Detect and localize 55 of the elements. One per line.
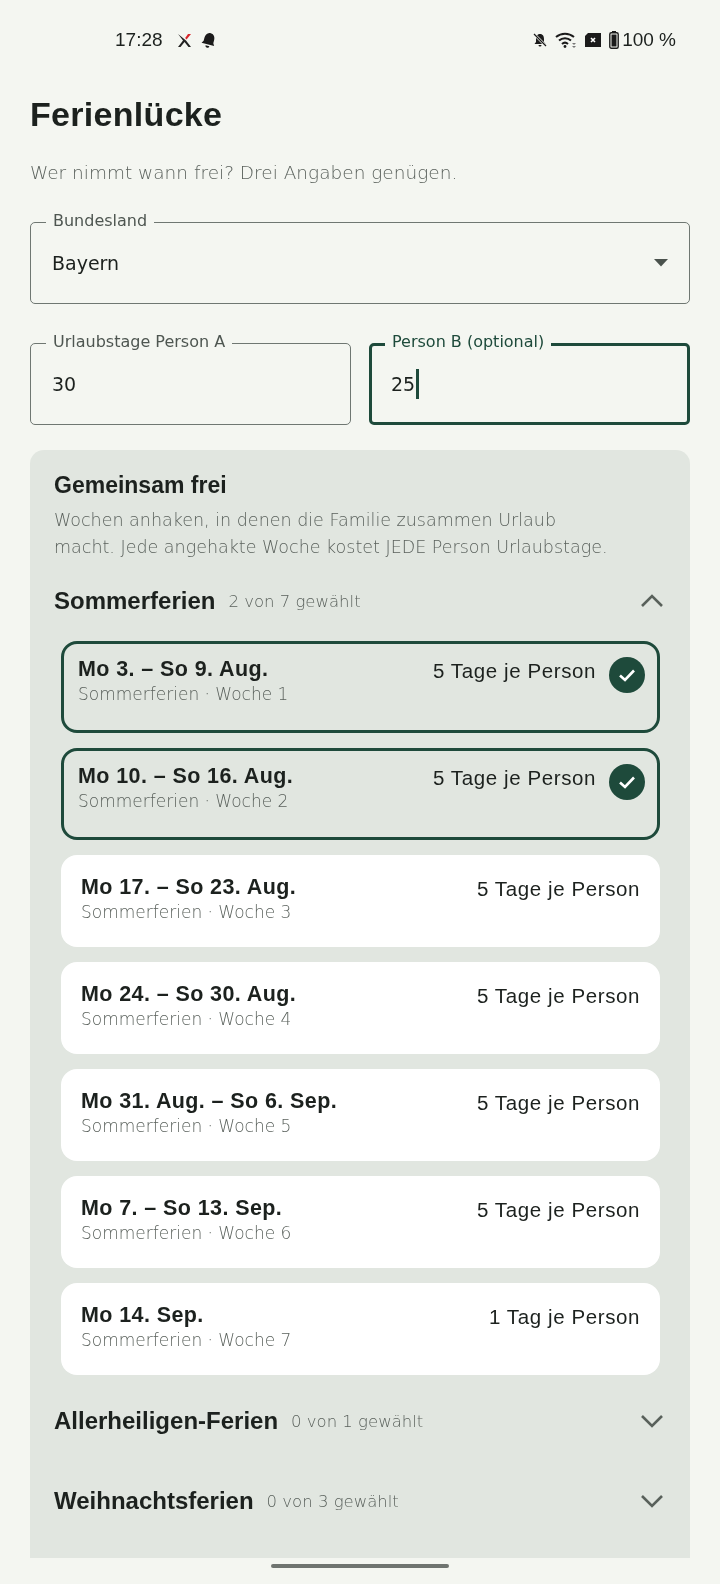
week-card[interactable]: Mo 31. Aug. – So 6. Sep. Sommerferien · Woche 5 5 Tage je Person — [61, 1069, 660, 1161]
week-card[interactable]: Mo 7. – So 13. Sep. Sommerferien · Woche 6 5 Tage je Person — [61, 1176, 660, 1268]
week-cost: 5 Tage je Person — [476, 984, 640, 1008]
week-dates: Mo 3. – So 9. Aug. — [78, 657, 270, 682]
week-cost: 5 Tage je Person — [476, 1091, 640, 1115]
page-subtitle: Wer nimmt wann frei? Drei Angaben genügen. — [30, 162, 459, 183]
battery-icon — [609, 31, 620, 49]
week-cost: 5 Tage je Person — [476, 1198, 640, 1222]
section-count: 0 von 1 gewählt — [291, 1411, 424, 1431]
section-count: 0 von 3 gewählt — [266, 1491, 399, 1511]
wifi-icon — [555, 32, 578, 48]
week-card[interactable]: Mo 14. Sep. Sommerferien · Woche 7 1 Tag je Person — [61, 1283, 660, 1375]
week-card[interactable]: Mo 3. – So 9. Aug. Sommerferien · Woche 1 5 Tage je Person — [61, 641, 660, 733]
page-title: Ferienlücke — [30, 95, 224, 134]
week-cost: 5 Tage je Person — [432, 766, 596, 790]
week-dates: Mo 31. Aug. – So 6. Sep. — [81, 1089, 338, 1114]
week-dates: Mo 17. – So 23. Aug. — [81, 875, 297, 900]
section-title: Allerheiligen-Ferien — [54, 1407, 279, 1435]
battery-level: 100 % — [622, 29, 676, 51]
chevron-icon[interactable] — [640, 1414, 664, 1428]
panel-title: Gemeinsam frei — [54, 472, 228, 499]
week-detail: Sommerferien · Woche 5 — [81, 1116, 293, 1136]
week-detail: Sommerferien · Woche 3 — [81, 902, 293, 922]
week-detail: Sommerferien · Woche 4 — [81, 1009, 293, 1029]
week-dates: Mo 24. – So 30. Aug. — [81, 982, 297, 1007]
week-detail: Sommerferien · Woche 2 — [78, 791, 290, 811]
week-detail: Sommerferien · Woche 6 — [81, 1223, 292, 1243]
week-card[interactable]: Mo 17. – So 23. Aug. Sommerferien · Woche 3 5 Tage je Person — [61, 855, 660, 947]
week-detail: Sommerferien · Woche 1 — [78, 684, 289, 704]
text-cursor — [416, 369, 419, 399]
week-cost: 1 Tag je Person — [488, 1305, 640, 1329]
check-icon — [609, 764, 645, 800]
check-icon — [609, 657, 645, 693]
chevron-icon[interactable] — [640, 594, 664, 608]
sim-card-x-icon — [584, 33, 603, 47]
week-card[interactable]: Mo 24. – So 30. Aug. Sommerferien · Woche 4 5 Tage je Person — [61, 962, 660, 1054]
week-dates: Mo 7. – So 13. Sep. — [81, 1196, 284, 1221]
panel-description: Wochen anhaken, in denen die Familie zusammen Urlaub macht. Jede angehakte Woche kostet JEDE Person Urlaubstage. — [54, 509, 609, 559]
section-title: Sommerferien — [54, 587, 216, 615]
field-value: 25 — [391, 373, 416, 395]
week-cost: 5 Tage je Person — [476, 877, 640, 901]
dropdown-arrow-icon — [654, 259, 668, 267]
field-value: 30 — [52, 373, 77, 395]
status-time: 17:28 — [115, 29, 163, 51]
bell-off-icon — [532, 32, 549, 48]
week-dates: Mo 14. Sep. — [81, 1303, 205, 1328]
chevron-icon[interactable] — [640, 1494, 664, 1508]
week-detail: Sommerferien · Woche 7 — [81, 1330, 292, 1350]
field-value: Bayern — [52, 252, 120, 274]
week-cost: 5 Tage je Person — [432, 659, 596, 683]
x-logo-icon — [176, 32, 192, 48]
section-count: 2 von 7 gewählt — [228, 591, 361, 611]
section-title: Weihnachtsferien — [54, 1487, 254, 1515]
week-dates: Mo 10. – So 16. Aug. — [78, 764, 294, 789]
week-card[interactable]: Mo 10. – So 16. Aug. Sommerferien · Woche 2 5 Tage je Person — [61, 748, 660, 840]
